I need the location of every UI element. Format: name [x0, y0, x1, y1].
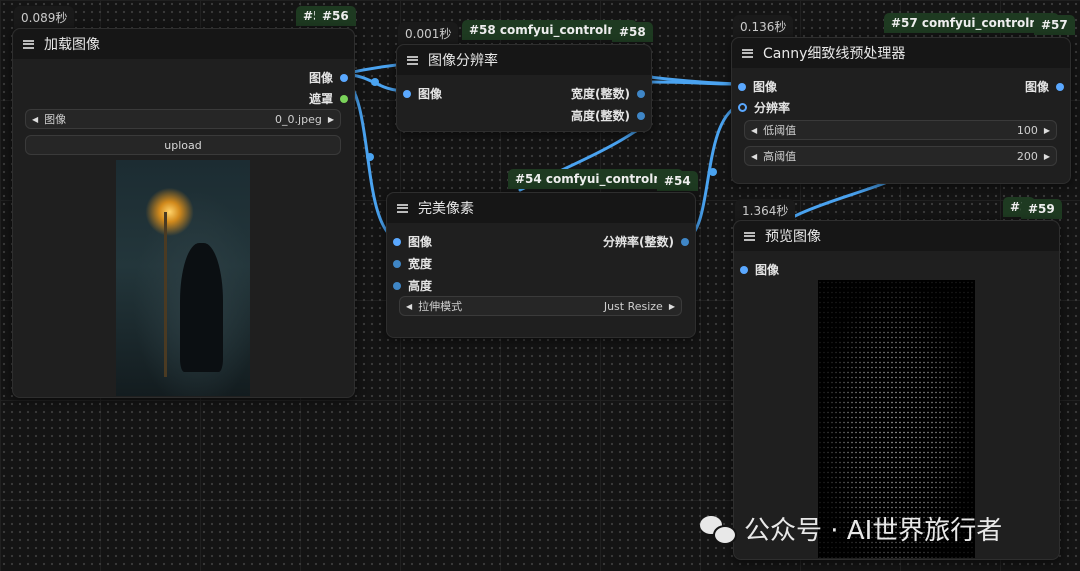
load-image-header[interactable]: 加载图像 — [13, 29, 354, 59]
arrow-right-icon[interactable]: ▶ — [1044, 152, 1050, 161]
watermark: 公众号 · AI世界旅行者 — [700, 510, 1002, 547]
upload-button[interactable]: upload — [25, 135, 341, 155]
watermark-text: 公众号 · AI世界旅行者 — [744, 516, 1003, 546]
resolution-input-image[interactable]: 图像 — [403, 85, 442, 102]
output-slot-icon[interactable] — [637, 111, 645, 120]
preview-image-node[interactable]: 预览图像 图像 — [733, 220, 1060, 560]
load-image-output-mask[interactable]: 遮罩 — [309, 90, 348, 107]
menu-icon[interactable] — [23, 39, 34, 49]
perfect-output-resolution[interactable]: 分辨率(整数) — [603, 233, 689, 250]
input-slot-icon[interactable] — [738, 82, 746, 91]
arrow-right-icon[interactable]: ▶ — [328, 115, 334, 124]
canny-badge-id: #57 — [1034, 15, 1075, 35]
output-slot-icon[interactable] — [1056, 82, 1064, 91]
perfect-pixel-node[interactable]: 完美像素 图像 宽度 高度 分辨率(整数) ◀ 拉伸模式 Just Resize… — [386, 192, 696, 338]
source-image-thumbnail — [116, 160, 250, 396]
menu-icon[interactable] — [407, 55, 418, 65]
arrow-right-icon[interactable]: ▶ — [669, 302, 675, 311]
perfect-pixel-title: 完美像素 — [418, 201, 474, 217]
load-image-title: 加载图像 — [44, 37, 100, 53]
load-image-node[interactable]: 加载图像 图像 遮罩 ◀ 图像 0_0.jpeg ▶ upload — [12, 28, 355, 398]
resolution-badge-id: #58 — [612, 22, 653, 42]
load-image-file-combo[interactable]: ◀ 图像 0_0.jpeg ▶ — [25, 109, 341, 129]
resolution-output-height[interactable]: 高度(整数) — [571, 107, 645, 124]
canny-header[interactable]: Canny细致线预处理器 — [732, 38, 1070, 68]
canny-title: Canny细致线预处理器 — [763, 46, 906, 62]
low-threshold-field[interactable]: ◀ 低阈值 100 ▶ — [744, 120, 1057, 140]
resolution-badge-group: #58 comfyui_controlnet — [462, 20, 637, 40]
arrow-right-icon[interactable]: ▶ — [1044, 126, 1050, 135]
perfect-pixel-badge-id: #54 — [657, 171, 698, 191]
menu-icon[interactable] — [744, 231, 755, 241]
preview-badge-id: #59 — [1021, 199, 1062, 219]
input-slot-icon[interactable] — [393, 237, 401, 246]
arrow-left-icon[interactable]: ◀ — [751, 152, 757, 161]
high-threshold-field[interactable]: ◀ 高阈值 200 ▶ — [744, 146, 1057, 166]
output-slot-icon[interactable] — [681, 237, 689, 246]
wechat-icon — [700, 514, 737, 545]
preview-input-image[interactable]: 图像 — [740, 261, 779, 278]
output-slot-icon[interactable] — [637, 89, 645, 98]
input-slot-icon[interactable] — [740, 265, 748, 274]
preview-header[interactable]: 预览图像 — [734, 221, 1059, 251]
perfect-input-image[interactable]: 图像 — [393, 233, 432, 250]
menu-icon[interactable] — [742, 48, 753, 58]
canny-input-resolution[interactable]: 分辨率 — [738, 99, 790, 116]
perfect-input-width[interactable]: 宽度 — [393, 255, 432, 272]
preview-timing: 1.364秒 — [735, 199, 796, 222]
canny-timing: 0.136秒 — [733, 15, 794, 38]
canny-node[interactable]: Canny细致线预处理器 图像 分辨率 图像 ◀ 低阈值 100 ▶ ◀ 高阈值… — [731, 37, 1071, 184]
perfect-pixel-header[interactable]: 完美像素 — [387, 193, 695, 223]
load-image-timing: 0.089秒 — [14, 6, 75, 29]
image-resolution-header[interactable]: 图像分辨率 — [397, 45, 651, 75]
load-image-badge-id: #56 — [315, 6, 356, 26]
arrow-left-icon[interactable]: ◀ — [32, 115, 38, 124]
image-resolution-node[interactable]: 图像分辨率 图像 宽度(整数) 高度(整数) — [396, 44, 652, 132]
menu-icon[interactable] — [397, 203, 408, 213]
image-resolution-title: 图像分辨率 — [428, 53, 498, 69]
arrow-left-icon[interactable]: ◀ — [406, 302, 412, 311]
resolution-output-width[interactable]: 宽度(整数) — [571, 85, 645, 102]
output-slot-icon[interactable] — [340, 73, 348, 82]
input-slot-icon[interactable] — [393, 281, 401, 290]
resize-mode-combo[interactable]: ◀ 拉伸模式 Just Resize ▶ — [399, 296, 682, 316]
canny-output-image[interactable]: 图像 — [1025, 78, 1064, 95]
perfect-input-height[interactable]: 高度 — [393, 277, 432, 294]
arrow-left-icon[interactable]: ◀ — [751, 126, 757, 135]
output-slot-icon[interactable] — [340, 94, 348, 103]
preview-title: 预览图像 — [765, 229, 821, 245]
input-slot-icon[interactable] — [738, 103, 747, 112]
input-slot-icon[interactable] — [403, 89, 411, 98]
load-image-output-image[interactable]: 图像 — [309, 69, 348, 86]
canny-input-image[interactable]: 图像 — [738, 78, 777, 95]
resolution-timing: 0.001秒 — [398, 22, 459, 45]
input-slot-icon[interactable] — [393, 259, 401, 268]
canny-badge-group: #57 comfyui_controlnet — [884, 13, 1059, 33]
